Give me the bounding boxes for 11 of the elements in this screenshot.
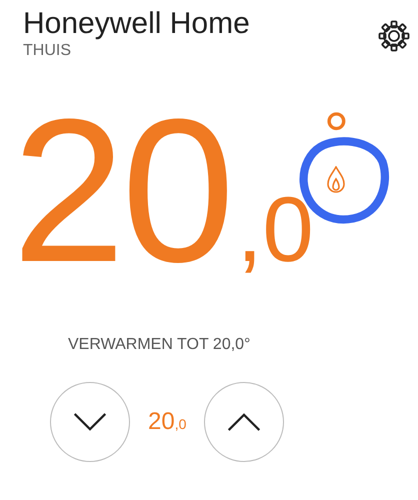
app-title: Honeywell Home — [23, 6, 250, 42]
settings-icon[interactable] — [378, 20, 410, 52]
setpoint-decimal: ,0 — [174, 416, 186, 432]
current-temperature: 20 — [12, 96, 231, 286]
location-label: THUIS — [23, 42, 72, 60]
status-text: VERWARMEN TOT 20,0° — [68, 336, 252, 354]
temperature-decimal: ,0 — [236, 178, 314, 283]
setpoint-value: 20 — [148, 408, 175, 436]
degree-sign: ° — [324, 108, 350, 152]
chevron-down-icon — [72, 411, 108, 433]
chevron-up-icon — [226, 411, 262, 433]
